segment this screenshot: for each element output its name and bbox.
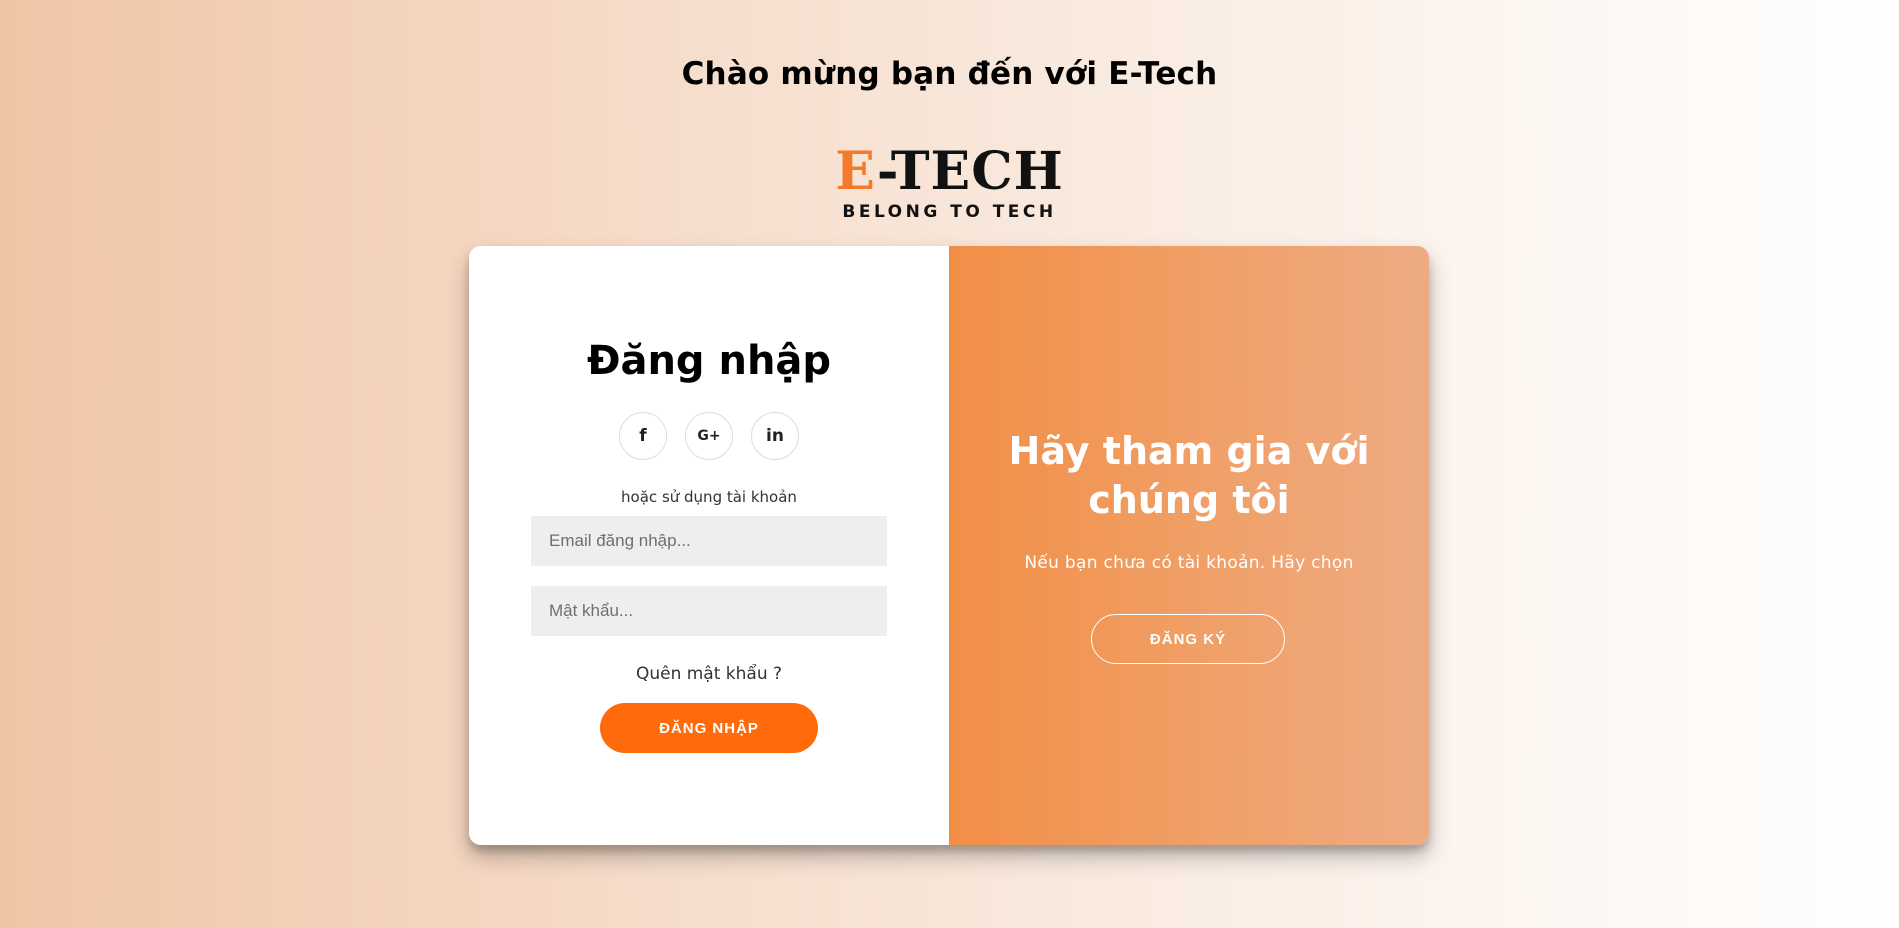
page-title: Chào mừng bạn đến với E-Tech [681,56,1218,92]
email-input[interactable] [531,516,887,566]
signup-panel: Hãy tham gia với chúng tôi Nếu bạn chưa … [949,246,1429,845]
login-panel: Đăng nhập f G+ in hoặc sử dụng tài khoản… [469,246,949,845]
no-account-text: Nếu bạn chưa có tài khoản. Hãy chọn [1024,553,1354,573]
facebook-icon: f [639,426,647,446]
etech-logo: E-TECH BELONG TO TECH [0,146,1899,223]
logo-wordmark-rest: -TECH [876,141,1064,202]
google-plus-button[interactable]: G+ [685,412,733,460]
linkedin-button[interactable]: in [751,412,799,460]
auth-card: Đăng nhập f G+ in hoặc sử dụng tài khoản… [469,246,1429,845]
logo-accent-letter: E [835,141,877,202]
forgot-password-link[interactable]: Quên mật khẩu ? [469,664,949,684]
linkedin-icon: in [766,426,784,446]
logo-tagline: BELONG TO TECH [842,202,1057,222]
logo-wordmark: E-TECH [0,146,1899,198]
join-us-title: Hãy tham gia với chúng tôi [1008,429,1370,522]
facebook-button[interactable]: f [619,412,667,460]
social-login-row: f G+ in [469,412,949,460]
or-use-account-text: hoặc sử dụng tài khoản [621,488,797,506]
login-button[interactable]: ĐĂNG NHẬP [600,703,818,753]
google-plus-icon: G+ [697,428,721,444]
password-input[interactable] [531,586,887,636]
login-title: Đăng nhập [586,338,832,384]
signup-button[interactable]: ĐĂNG KÝ [1091,614,1285,664]
